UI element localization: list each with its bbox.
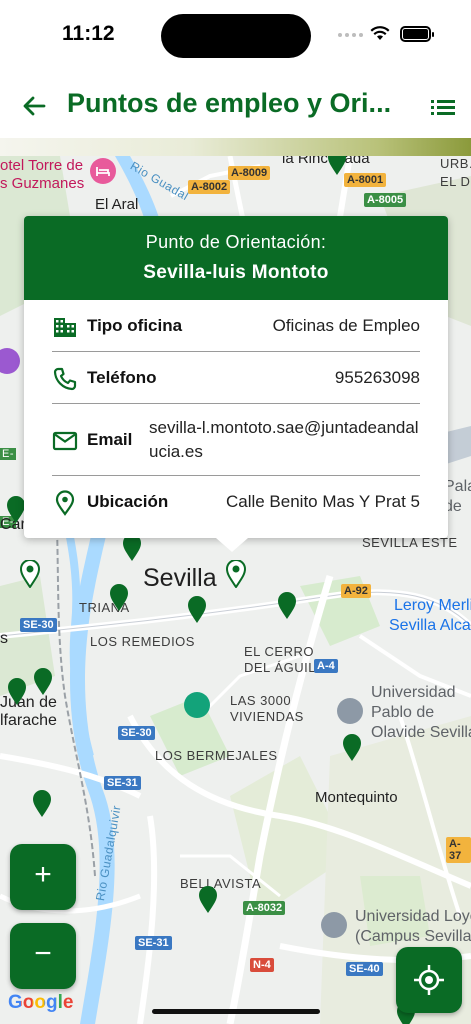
map-label-hotel: otel Torre de — [0, 157, 84, 174]
road-shield-a37: A-37 — [446, 837, 471, 863]
status-bar: 11:12 — [0, 0, 471, 70]
road-shield-a8032: A-8032 — [243, 901, 286, 915]
road-shield-se30-mid: SE-30 — [118, 726, 155, 740]
office-type-value: Oficinas de Empleo — [272, 316, 420, 335]
map-label-leroy: Leroy Merli — [394, 597, 471, 614]
map-label-los-remedios: LOS REMEDIOS — [90, 634, 195, 649]
dynamic-island — [161, 14, 311, 58]
zoom-in-button[interactable]: + — [10, 844, 76, 910]
map-label-leroy-2: Sevilla Alca — [389, 617, 471, 634]
map-label-city: Sevilla — [143, 564, 217, 592]
map-label-uloyola: Universidad Loye — [355, 908, 471, 925]
map-label-el-de: EL DE — [440, 174, 471, 189]
office-pin-icon[interactable] — [109, 584, 129, 612]
phone-icon — [53, 367, 77, 391]
map-label-el-aral: El Aral — [95, 196, 139, 213]
map-label-hotel-2: s Guzmanes — [0, 175, 85, 192]
arrow-back-icon[interactable] — [18, 90, 50, 122]
map-label-el-cerro-2: DEL ÁGUILA — [244, 660, 326, 675]
map-label-el-cerro: EL CERRO — [244, 644, 314, 659]
map-label-urb: URB. R — [440, 156, 471, 171]
map-label-uloyola-2: (Campus Sevilla — [355, 928, 471, 945]
card-subtitle: Punto de Orientación: — [145, 232, 327, 252]
minus-icon: − — [34, 937, 52, 970]
card-title: Sevilla-luis Montoto — [143, 262, 329, 283]
app-bar: Puntos de empleo y Ori... — [0, 70, 471, 140]
road-shield-a92: A-92 — [341, 584, 371, 598]
road-shield-a8005: A-8005 — [364, 193, 407, 207]
building-icon — [54, 318, 76, 337]
hotel-icon[interactable] — [90, 158, 116, 184]
my-location-icon — [414, 965, 444, 995]
office-pin-icon[interactable] — [20, 560, 40, 588]
page-title: Puntos de empleo y Ori... — [67, 88, 392, 118]
office-info-card: Punto de Orientación: Sevilla-luis Monto… — [24, 216, 448, 552]
home-indicator[interactable] — [152, 1009, 320, 1014]
phone-value[interactable]: 955263098 — [335, 368, 420, 388]
phone-label: Teléfono — [87, 368, 157, 387]
map-label-upo-2: Pablo de — [371, 704, 435, 721]
map-label-pala: Pala — [444, 478, 471, 495]
google-attribution: Google — [8, 992, 73, 1014]
wifi-icon — [370, 26, 390, 40]
cellular-signal-icon — [338, 33, 363, 37]
status-time: 11:12 — [62, 22, 115, 45]
email-icon — [52, 431, 78, 451]
office-pin-icon[interactable] — [7, 678, 27, 706]
location-row: Ubicación Calle Benito Mas Y Prat 5 — [52, 476, 420, 528]
map-label-las-3000: LAS 3000 — [230, 693, 292, 708]
road-shield-e-left: E- — [0, 448, 16, 460]
road-shield-se30-left: SE-30 — [20, 618, 57, 632]
office-pin-icon[interactable] — [187, 596, 207, 624]
health-center-icon[interactable] — [184, 692, 210, 718]
battery-icon — [400, 26, 434, 42]
office-pin-icon[interactable] — [122, 534, 142, 562]
university-icon-2[interactable] — [321, 912, 347, 938]
office-pin-icon[interactable] — [32, 790, 52, 818]
office-pin-icon[interactable] — [33, 668, 53, 696]
zoom-out-button[interactable]: − — [10, 923, 76, 989]
road-shield-se40: SE-40 — [346, 962, 383, 976]
email-label: Email — [87, 430, 133, 449]
road-shield-se31: SE-31 — [104, 776, 141, 790]
road-shield-a4: A-4 — [314, 659, 338, 673]
map-label-montequinto: Montequinto — [315, 789, 398, 806]
my-location-button[interactable] — [396, 947, 462, 1013]
map-label-s: s — [0, 630, 8, 647]
office-type-label: Tipo oficina — [87, 316, 183, 335]
office-pin-icon[interactable] — [6, 496, 26, 524]
app-bar-shadow — [0, 138, 471, 156]
email-value[interactable]: sevilla-l.montoto.sae@juntadeandalucia.e… — [149, 416, 420, 464]
email-row[interactable]: Email sevilla-l.montoto.sae@juntadeandal… — [52, 404, 420, 476]
google-logo: Google — [8, 992, 74, 1013]
selected-office-pin-icon[interactable] — [226, 560, 246, 588]
road-shield-n4: N-4 — [250, 958, 274, 972]
office-pin-icon[interactable] — [327, 156, 347, 176]
road-shield-a8002: A-8002 — [188, 180, 231, 194]
road-shield-se31-bottom: SE-31 — [135, 936, 172, 950]
office-pin-icon[interactable] — [198, 886, 218, 914]
road-shield-a8009: A-8009 — [228, 166, 271, 180]
location-pin-icon — [55, 490, 75, 516]
map-label-las-3000-2: VIVIENDAS — [230, 709, 304, 724]
map-label-alfarache: lfarache — [0, 712, 57, 729]
map-label-upo: Universidad — [371, 684, 456, 701]
road-shield-a8001: A-8001 — [344, 173, 387, 187]
location-value: Calle Benito Mas Y Prat 5 — [225, 492, 420, 511]
card-header: Punto de Orientación: Sevilla-luis Monto… — [24, 216, 448, 300]
office-type-row: Tipo oficina Oficinas de Empleo — [52, 300, 420, 352]
plus-icon: + — [34, 858, 52, 891]
office-pin-icon[interactable] — [277, 592, 297, 620]
map-label-bellavista: BELLAVISTA — [180, 876, 262, 891]
university-icon[interactable] — [337, 698, 363, 724]
location-label: Ubicación — [87, 492, 169, 511]
phone-row[interactable]: Teléfono 955263098 — [52, 352, 420, 404]
office-pin-icon[interactable] — [342, 734, 362, 762]
map-label-la-rinconada: la Rinconada — [282, 156, 370, 167]
map-label-los-bermejales: LOS BERMEJALES — [155, 748, 278, 763]
list-icon[interactable] — [428, 92, 458, 122]
map-label-upo-3: Olavide Sevilla — [371, 724, 471, 741]
